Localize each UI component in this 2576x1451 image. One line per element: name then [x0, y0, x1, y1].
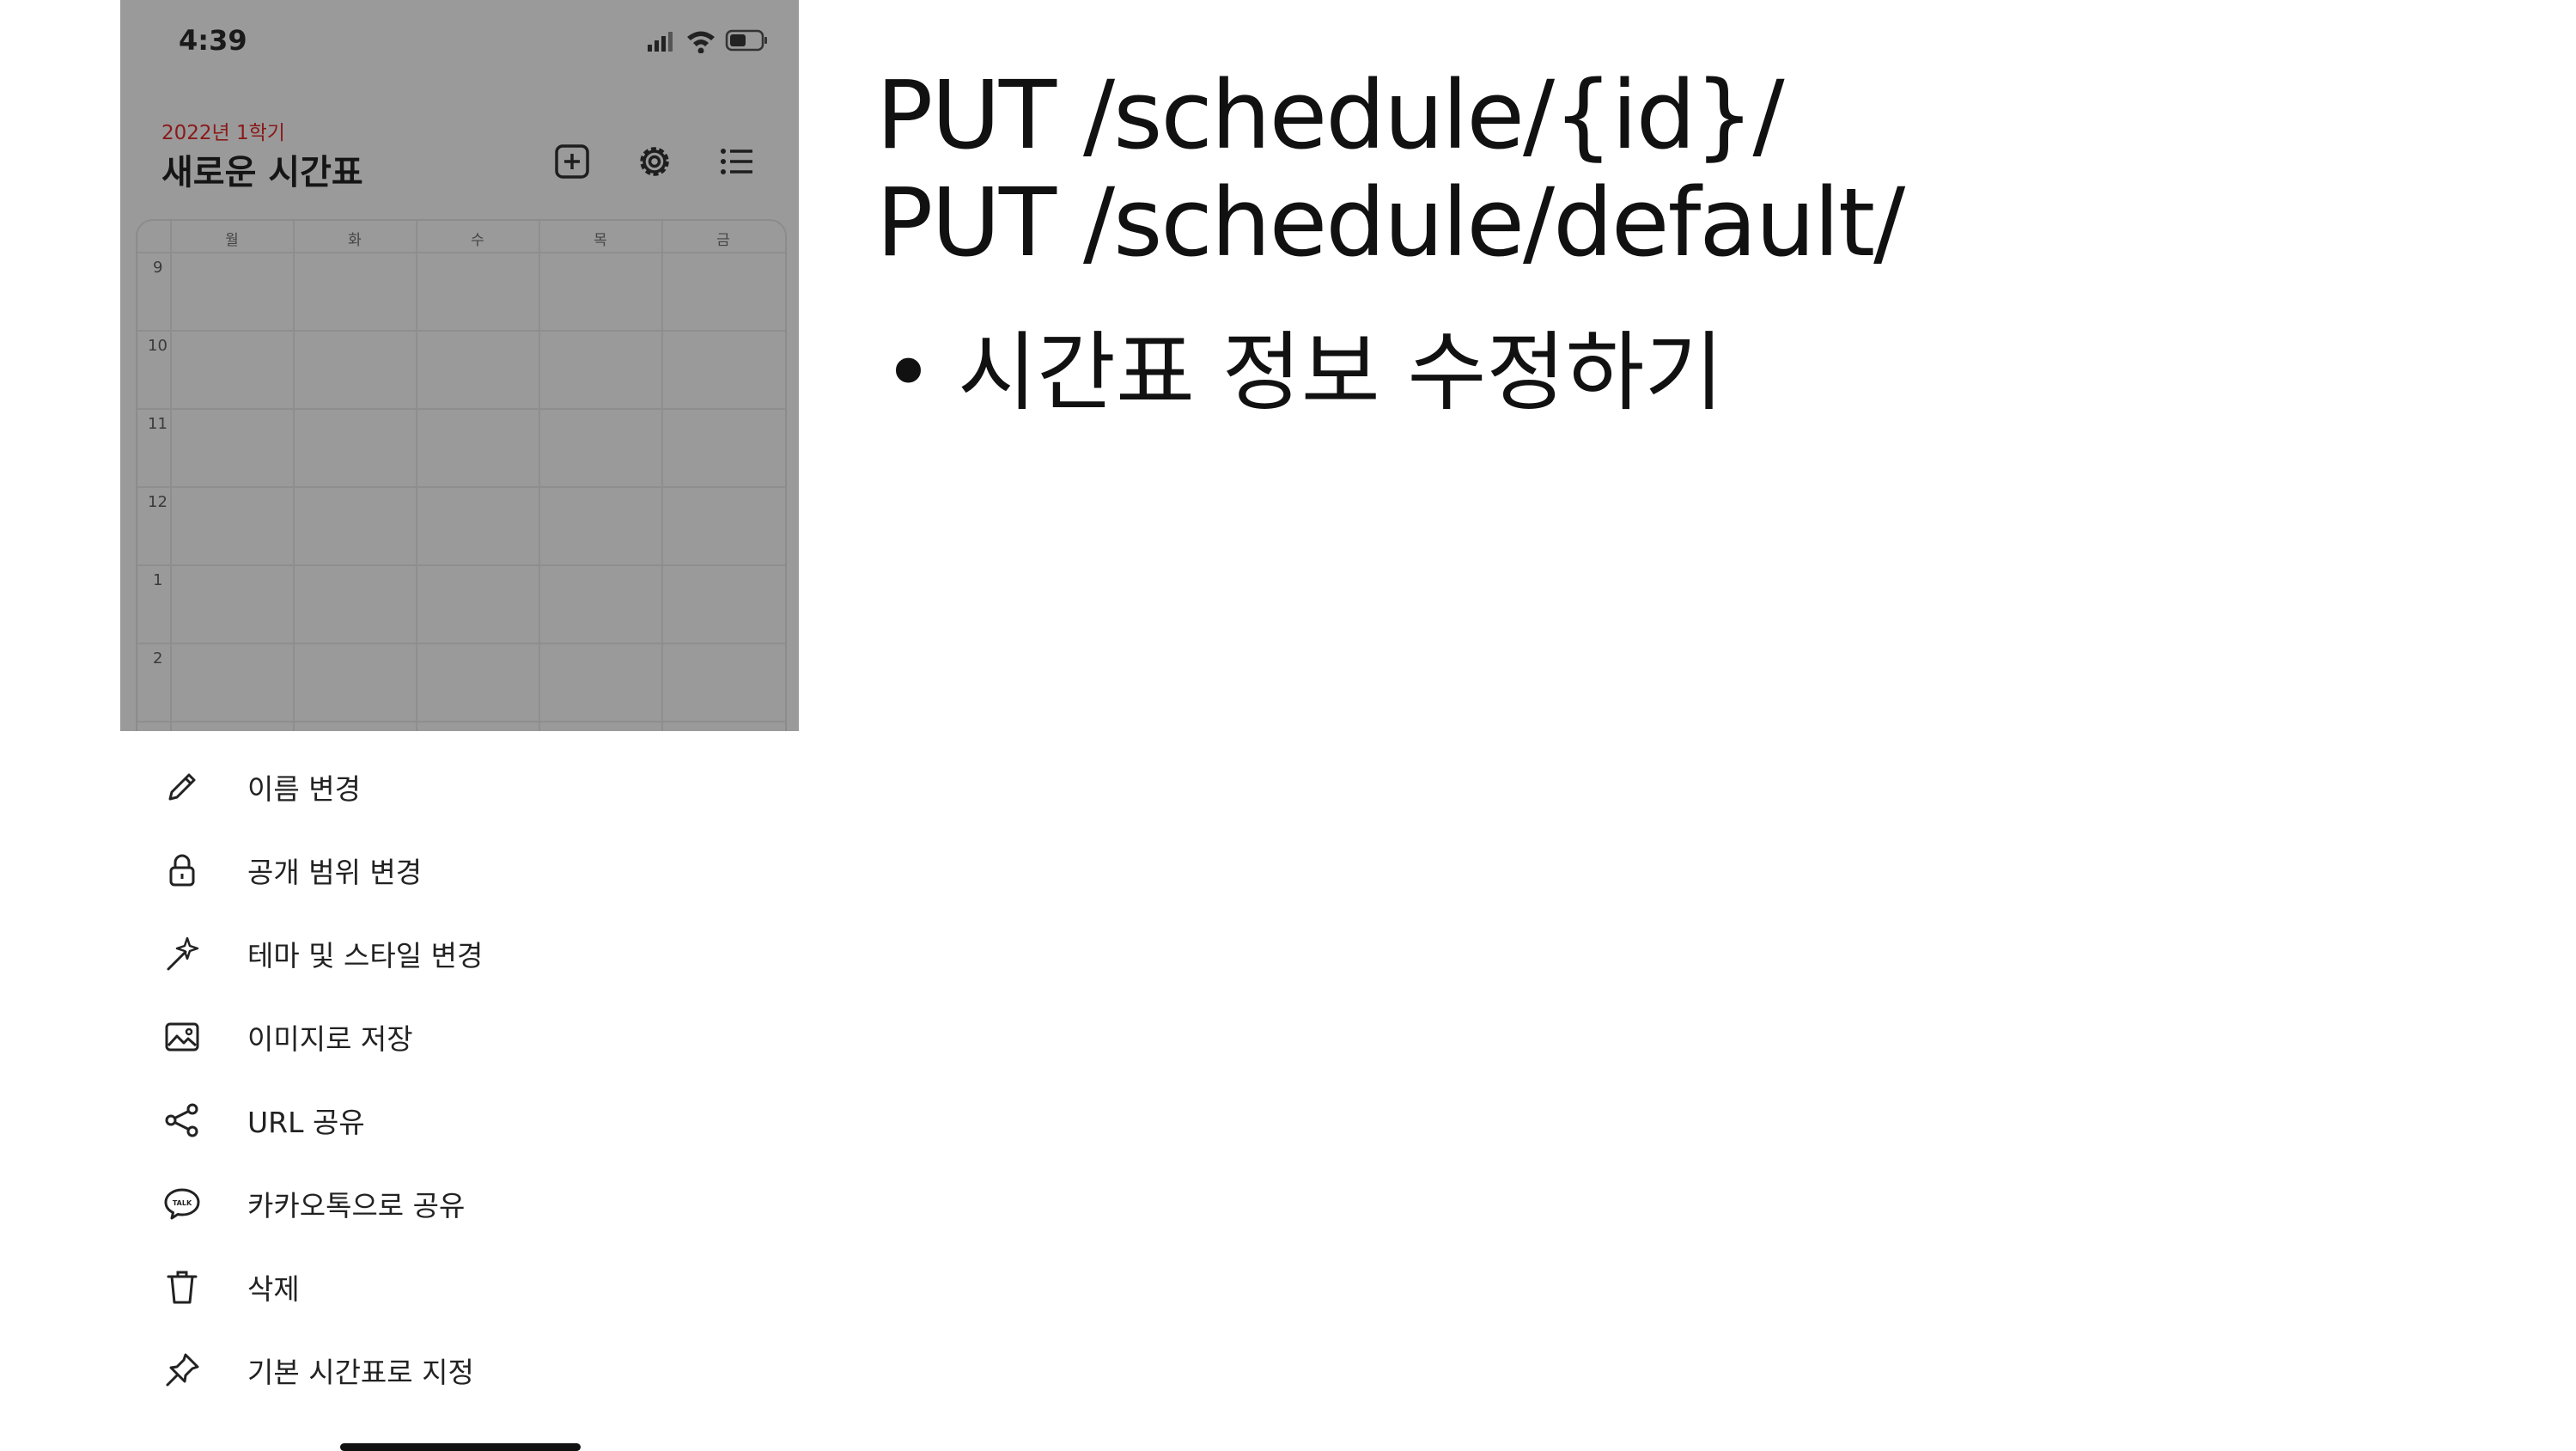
image-icon — [165, 1022, 199, 1052]
menu-item-label: URL 공유 — [247, 1106, 365, 1139]
semester-label: 2022년 1학기 — [161, 122, 285, 144]
status-icons — [648, 29, 767, 53]
talk-bubble-icon: TALK — [164, 1188, 200, 1220]
hour-label: 12 — [148, 493, 167, 511]
battery-icon — [725, 29, 767, 52]
grid-line — [661, 221, 663, 731]
menu-item-share-kakao[interactable]: TALK 카카오톡으로 공유 — [161, 1169, 763, 1238]
hour-label: 11 — [148, 415, 167, 433]
pin-icon — [166, 1353, 199, 1387]
trash-icon — [167, 1271, 198, 1304]
menu-item-label: 테마 및 스타일 변경 — [247, 939, 484, 972]
status-time: 4:39 — [179, 24, 247, 57]
hour-label: 10 — [148, 337, 167, 355]
menu-item-label: 이름 변경 — [247, 772, 361, 806]
grid-line — [137, 721, 785, 722]
menu-item-label: 기본 시간표로 지정 — [247, 1356, 474, 1389]
menu-item-rename[interactable]: 이름 변경 — [161, 753, 763, 821]
grid-line — [416, 221, 417, 731]
timetable-grid[interactable]: 월 화 수 목 금 9 10 11 12 1 2 — [136, 219, 787, 731]
pencil-icon — [168, 773, 196, 801]
grid-line — [137, 564, 785, 566]
grid-line — [293, 221, 295, 731]
grid-line — [539, 221, 540, 731]
day-label-thu: 목 — [594, 232, 607, 249]
hour-label: 2 — [153, 649, 163, 668]
phone-screenshot: 4:39 2022년 1학기 새로운 시간표 월 화 수 목 금 9 10 11… — [120, 0, 799, 1451]
grid-line — [137, 252, 785, 253]
day-label-fri: 금 — [716, 232, 730, 249]
magic-wand-icon — [167, 936, 199, 971]
hour-label: 9 — [153, 259, 163, 277]
menu-item-label: 공개 범위 변경 — [247, 856, 423, 889]
timetable-screen-dimmed[interactable]: 4:39 2022년 1학기 새로운 시간표 월 화 수 목 금 9 10 11… — [120, 0, 799, 731]
grid-line — [137, 486, 785, 488]
timetable-title: 새로운 시간표 — [161, 153, 363, 192]
hour-label: 1 — [153, 571, 163, 589]
day-label-tue: 화 — [348, 232, 362, 249]
list-icon[interactable] — [715, 139, 759, 184]
bullet-item: • 시간표 정보 수정하기 — [883, 302, 1724, 427]
endpoint-heading-2: PUT /schedule/default/ — [876, 168, 1905, 277]
grid-line — [137, 330, 785, 332]
lock-icon — [169, 854, 195, 887]
menu-item-set-default[interactable]: 기본 시간표로 지정 — [161, 1336, 763, 1405]
menu-item-save-image[interactable]: 이미지로 저장 — [161, 1003, 763, 1071]
grid-line — [170, 221, 172, 731]
home-indicator[interactable] — [340, 1443, 581, 1451]
grid-line — [137, 643, 785, 644]
grid-line — [137, 408, 785, 410]
gear-icon[interactable] — [632, 139, 677, 184]
menu-item-visibility[interactable]: 공개 범위 변경 — [161, 836, 763, 905]
menu-item-label: 삭제 — [247, 1272, 300, 1306]
endpoint-heading-1: PUT /schedule/{id}/ — [876, 60, 1785, 170]
bullet-text: 시간표 정보 수정하기 — [957, 322, 1724, 423]
signal-icon — [648, 32, 673, 52]
menu-item-label: 카카오톡으로 공유 — [247, 1189, 466, 1222]
add-icon[interactable] — [550, 139, 594, 184]
share-icon — [165, 1103, 198, 1137]
svg-text:TALK: TALK — [173, 1199, 192, 1207]
menu-item-label: 이미지로 저장 — [247, 1022, 413, 1056]
day-label-mon: 월 — [225, 232, 239, 249]
day-label-wed: 수 — [471, 232, 484, 249]
menu-item-delete[interactable]: 삭제 — [161, 1253, 763, 1321]
menu-item-theme[interactable]: 테마 및 스타일 변경 — [161, 919, 763, 988]
wifi-icon — [687, 31, 715, 53]
menu-item-share-url[interactable]: URL 공유 — [161, 1086, 763, 1155]
bullet-dot-icon: • — [883, 322, 934, 423]
